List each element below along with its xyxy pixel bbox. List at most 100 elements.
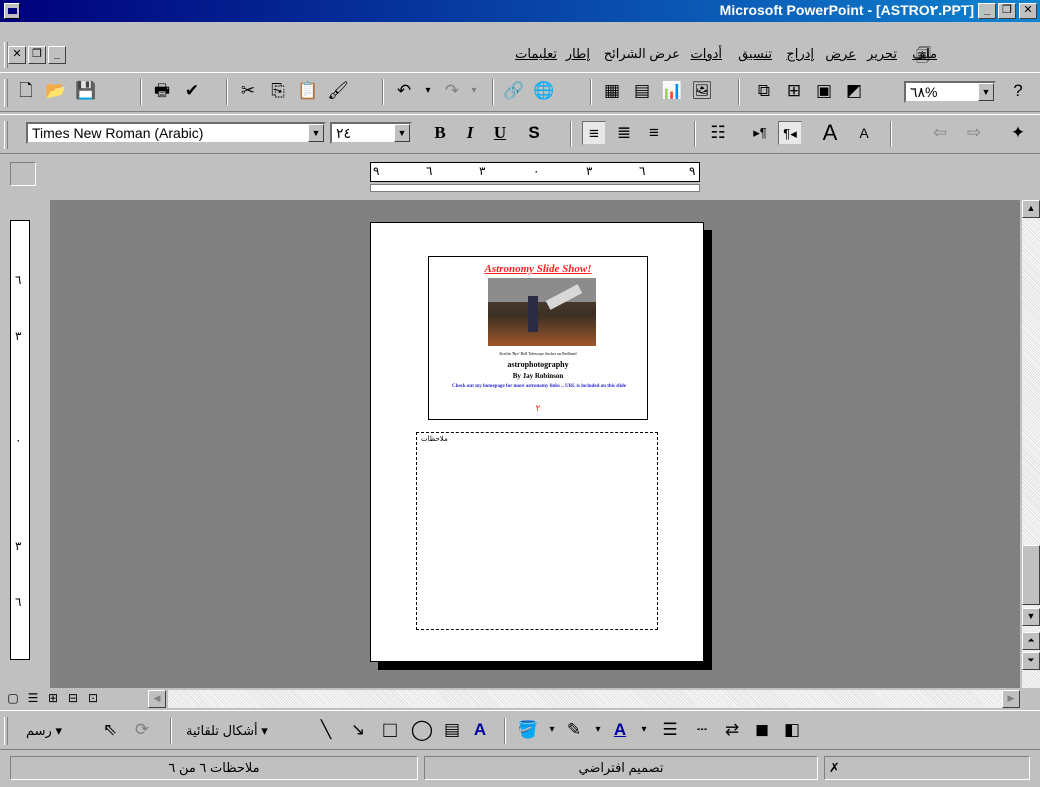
copy-icon[interactable]: ⎘ bbox=[266, 79, 290, 103]
status-spelling-icon[interactable]: ✗ bbox=[824, 756, 1030, 780]
ruler-corner-button[interactable] bbox=[10, 162, 36, 186]
text-box-icon[interactable]: ▤ bbox=[440, 718, 464, 742]
scroll-left-icon[interactable]: ◀ bbox=[148, 690, 166, 708]
line-icon[interactable]: ╲ bbox=[314, 718, 338, 742]
underline-icon[interactable]: U bbox=[488, 121, 512, 145]
office-assistant-icon[interactable]: ? bbox=[1006, 79, 1030, 103]
menu-format[interactable]: تنسيق bbox=[738, 46, 772, 62]
insert-excel-icon[interactable]: ▤ bbox=[630, 79, 654, 103]
fill-color-icon[interactable]: 🪣 bbox=[516, 718, 540, 742]
scroll-down-icon[interactable]: ▼ bbox=[1022, 608, 1040, 626]
scroll-up-icon[interactable]: ▲ bbox=[1022, 200, 1040, 218]
web-toolbar-icon[interactable]: 🌐 bbox=[532, 79, 556, 103]
align-left-icon[interactable]: ≡ bbox=[582, 121, 606, 145]
line-style-icon[interactable]: ☰ bbox=[658, 718, 682, 742]
autoshapes-menu-button[interactable]: أشكال تلقائية ▾ bbox=[186, 723, 268, 739]
rectangle-icon[interactable]: □ bbox=[378, 718, 402, 742]
demote-icon[interactable]: ⇨ bbox=[962, 121, 986, 145]
menu-tools[interactable]: أدوات bbox=[690, 46, 722, 62]
toolbar-grip[interactable] bbox=[4, 121, 8, 149]
align-right-icon[interactable]: ≡ bbox=[642, 121, 666, 145]
arrow-style-icon[interactable]: ⇄ bbox=[720, 718, 744, 742]
font-combobox[interactable]: Times New Roman (Arabic) ▼ bbox=[26, 122, 326, 144]
horizontal-ruler[interactable]: ٩ ٦ ٣ ٠ ٣ ٦ ٩ bbox=[370, 162, 700, 182]
font-size-dropdown-icon[interactable]: ▼ bbox=[394, 124, 410, 142]
zoom-dropdown-icon[interactable]: ▼ bbox=[978, 83, 994, 101]
arrow-icon[interactable]: ↘ bbox=[346, 718, 370, 742]
undo-icon[interactable]: ↶ bbox=[392, 79, 416, 103]
undo-dropdown-icon[interactable]: ▾ bbox=[416, 79, 440, 103]
scroll-right-icon[interactable]: ▶ bbox=[1002, 690, 1020, 708]
paste-icon[interactable]: 📋 bbox=[296, 79, 320, 103]
notes-page-view-icon[interactable]: ⊟ bbox=[64, 689, 82, 707]
insert-word-table-icon[interactable]: ▦ bbox=[600, 79, 624, 103]
menu-slideshow[interactable]: عرض الشرائح bbox=[604, 46, 680, 62]
toolbar-grip[interactable] bbox=[4, 717, 8, 745]
redo-dropdown-icon[interactable]: ▾ bbox=[462, 79, 486, 103]
line-color-dropdown-icon[interactable]: ▾ bbox=[586, 718, 610, 742]
new-icon[interactable]: 🗋 bbox=[14, 79, 38, 103]
vertical-scrollbar[interactable]: ▲ ▼ ⏶ ⏷ bbox=[1022, 200, 1040, 688]
slide-sorter-view-icon[interactable]: ⊞ bbox=[44, 689, 62, 707]
doc-icon[interactable]: 🗐 bbox=[916, 45, 936, 65]
new-slide-icon[interactable]: ⧉ bbox=[752, 79, 776, 103]
hyperlink-icon[interactable]: 🔗 bbox=[502, 79, 526, 103]
doc-restore-button[interactable]: ❐ bbox=[28, 46, 46, 64]
right-to-left-icon[interactable]: ¶◂ bbox=[778, 121, 802, 145]
italic-icon[interactable]: I bbox=[458, 121, 482, 145]
bullets-icon[interactable]: ☷ bbox=[706, 121, 730, 145]
doc-close-button[interactable]: ✕ bbox=[8, 46, 26, 64]
format-painter-icon[interactable]: 🖌 bbox=[326, 79, 350, 103]
menu-insert[interactable]: إدراج bbox=[786, 46, 814, 62]
animation-effects-icon[interactable]: ✦ bbox=[1006, 121, 1030, 145]
menu-window[interactable]: إطار bbox=[566, 46, 590, 62]
previous-slide-icon[interactable]: ⏶ bbox=[1022, 632, 1040, 650]
shadow-icon[interactable]: S bbox=[522, 121, 546, 145]
free-rotate-icon[interactable]: ⟳ bbox=[130, 718, 154, 742]
left-to-right-icon[interactable]: ▸¶ bbox=[748, 121, 772, 145]
oval-icon[interactable]: ◯ bbox=[410, 718, 434, 742]
next-slide-icon[interactable]: ⏷ bbox=[1022, 652, 1040, 670]
draw-menu-button[interactable]: رسم ▾ bbox=[26, 723, 62, 739]
open-icon[interactable]: 📂 bbox=[44, 79, 68, 103]
minimize-button[interactable]: _ bbox=[978, 3, 996, 19]
align-center-icon[interactable]: ≣ bbox=[612, 121, 636, 145]
increase-font-icon[interactable]: A bbox=[818, 121, 842, 145]
font-color-dropdown-icon[interactable]: ▾ bbox=[632, 718, 656, 742]
zoom-combobox[interactable]: ٦٨% ▼ bbox=[904, 81, 996, 103]
font-size-combobox[interactable]: ٢٤ ▼ bbox=[330, 122, 412, 144]
app-system-menu-icon[interactable] bbox=[4, 3, 20, 19]
bold-icon[interactable]: B bbox=[428, 121, 452, 145]
grayscale-icon[interactable]: ◩ bbox=[842, 79, 866, 103]
fill-color-dropdown-icon[interactable]: ▾ bbox=[540, 718, 564, 742]
wordart-icon[interactable]: A bbox=[468, 718, 492, 742]
insert-chart-icon[interactable]: 📊 bbox=[660, 79, 684, 103]
vertical-ruler[interactable]: ٦ ٣ ٠ ٣ ٦ bbox=[10, 220, 30, 660]
decrease-font-icon[interactable]: A bbox=[852, 121, 876, 145]
notes-placeholder-box[interactable]: ملاحظات bbox=[416, 432, 658, 630]
maximize-button[interactable]: ❐ bbox=[998, 3, 1016, 19]
dash-style-icon[interactable]: ┄ bbox=[690, 718, 714, 742]
promote-icon[interactable]: ⇦ bbox=[928, 121, 952, 145]
shadow-style-icon[interactable]: ◼ bbox=[750, 718, 774, 742]
vertical-scroll-thumb[interactable] bbox=[1022, 545, 1040, 605]
outline-view-icon[interactable]: ☰ bbox=[24, 689, 42, 707]
toolbar-grip[interactable] bbox=[4, 79, 8, 107]
slide-show-view-icon[interactable]: ⊡ bbox=[84, 689, 102, 707]
3d-style-icon[interactable]: ◧ bbox=[780, 718, 804, 742]
menu-edit[interactable]: تحرير bbox=[867, 46, 897, 62]
spelling-icon[interactable]: ✔ bbox=[180, 79, 204, 103]
print-icon[interactable]: 🖶 bbox=[150, 79, 174, 103]
menu-view[interactable]: عرض bbox=[825, 46, 856, 62]
select-objects-icon[interactable]: ⇖ bbox=[98, 718, 122, 742]
menu-help[interactable]: تعليمات bbox=[515, 46, 557, 62]
normal-view-icon[interactable]: ▢ bbox=[4, 689, 22, 707]
insert-clipart-icon[interactable]: 🖼 bbox=[690, 79, 714, 103]
doc-minimize-button[interactable]: _ bbox=[48, 46, 66, 64]
horizontal-scrollbar[interactable]: ▶ bbox=[168, 690, 1020, 708]
font-dropdown-icon[interactable]: ▼ bbox=[308, 124, 324, 142]
cut-icon[interactable]: ✂ bbox=[236, 79, 260, 103]
close-button[interactable]: ✕ bbox=[1019, 3, 1037, 19]
slide-layout-icon[interactable]: ⊞ bbox=[782, 79, 806, 103]
font-color-icon[interactable]: A bbox=[608, 718, 632, 742]
